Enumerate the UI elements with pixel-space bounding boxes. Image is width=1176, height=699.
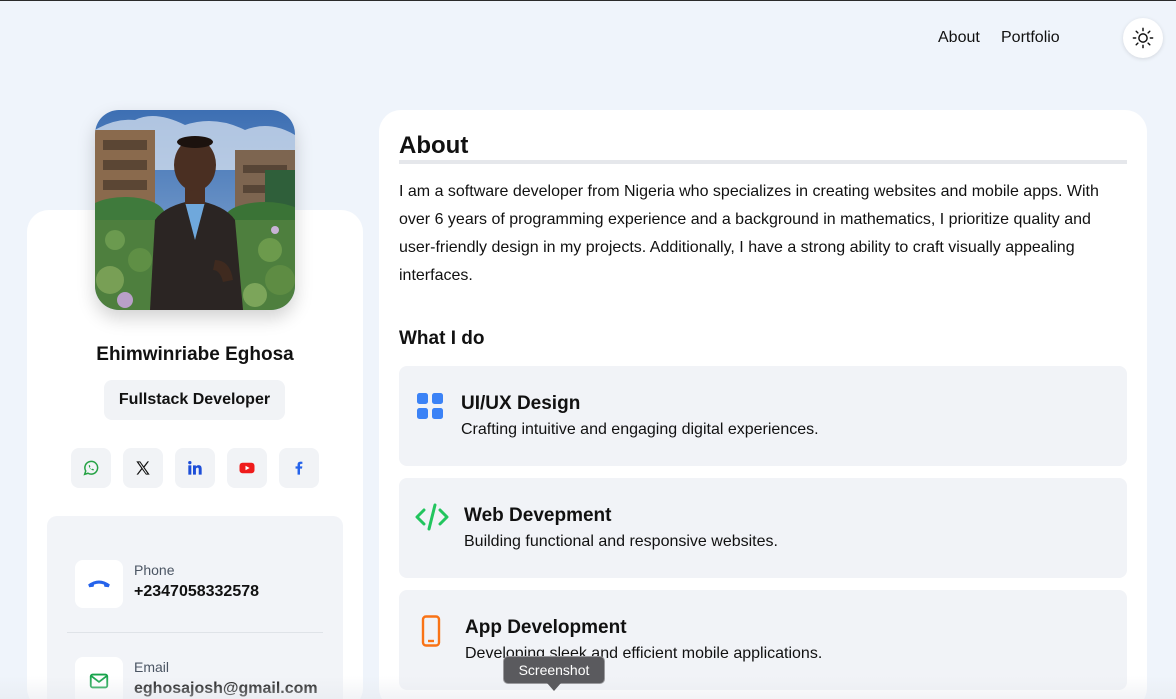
tooltip-arrow	[547, 683, 561, 691]
email-icon-box	[75, 657, 123, 699]
screenshot-tooltip: Screenshot	[503, 656, 605, 684]
service-description: Building functional and responsive websi…	[464, 533, 778, 550]
sun-icon	[1132, 27, 1154, 49]
phone-icon-box	[75, 560, 123, 608]
x-button[interactable]	[123, 448, 163, 488]
service-card-web[interactable]: Web Devepment Building functional and re…	[399, 478, 1127, 578]
mail-icon	[89, 673, 109, 689]
grid-icon	[417, 393, 443, 419]
service-description: Crafting intuitive and engaging digital …	[461, 421, 819, 438]
top-navigation: About Portfolio	[0, 1, 1176, 75]
linkedin-icon	[188, 461, 202, 475]
email-label: Email	[134, 659, 170, 675]
phone-value[interactable]: +2347058332578	[134, 583, 259, 601]
code-icon	[415, 503, 449, 531]
youtube-icon	[239, 462, 255, 474]
about-title: About	[399, 132, 469, 159]
whatsapp-icon	[83, 460, 99, 476]
facebook-icon	[295, 461, 303, 475]
youtube-button[interactable]	[227, 448, 267, 488]
whatsapp-button[interactable]	[71, 448, 111, 488]
service-title: Web Devepment	[464, 505, 612, 526]
profile-photo	[95, 110, 295, 310]
nav-link-about[interactable]: About	[938, 29, 980, 47]
email-value[interactable]: eghosajosh@gmail.com	[134, 680, 318, 698]
what-i-do-heading: What I do	[399, 328, 485, 349]
profile-name: Ehimwinriabe Eghosa	[96, 344, 294, 365]
nav-link-portfolio[interactable]: Portfolio	[1001, 29, 1060, 47]
role-badge: Fullstack Developer	[104, 380, 285, 420]
mobile-icon	[421, 615, 441, 647]
about-title-underline	[399, 160, 1127, 164]
service-card-uiux[interactable]: UI/UX Design Crafting intuitive and enga…	[399, 366, 1127, 466]
linkedin-button[interactable]	[175, 448, 215, 488]
contact-divider	[67, 632, 323, 633]
service-title: UI/UX Design	[461, 393, 581, 414]
theme-toggle-button[interactable]	[1123, 18, 1163, 58]
phone-icon	[88, 580, 110, 588]
social-links	[71, 448, 319, 488]
x-icon	[136, 461, 150, 475]
phone-label: Phone	[134, 562, 175, 578]
service-title: App Development	[465, 617, 627, 638]
facebook-button[interactable]	[279, 448, 319, 488]
about-description: I am a software developer from Nigeria w…	[399, 183, 1099, 284]
